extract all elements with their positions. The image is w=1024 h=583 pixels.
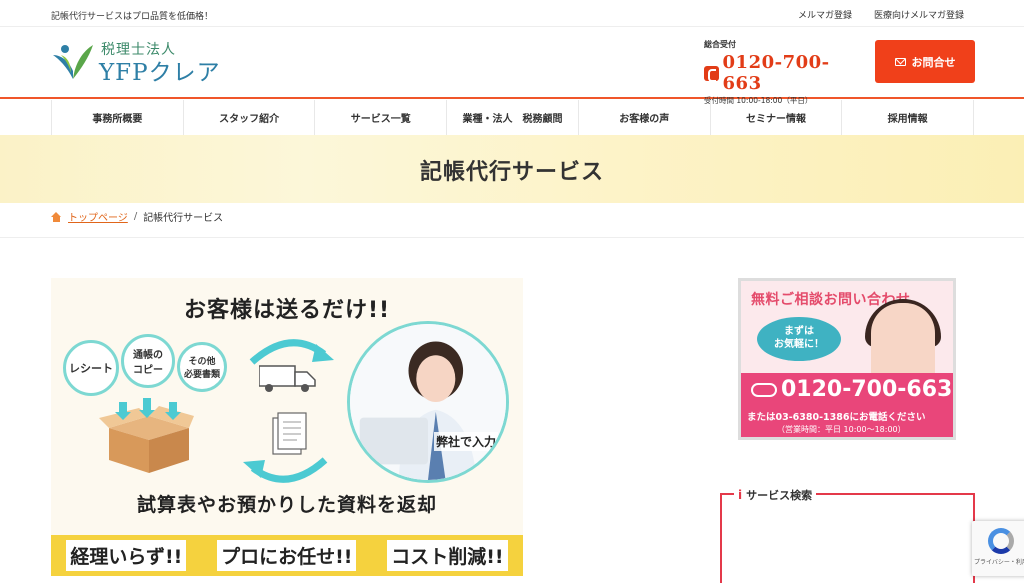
nav-item-testimonials[interactable]: お客様の声 <box>579 100 711 135</box>
staff-photo: 弊社で入力 <box>347 321 509 483</box>
benefit-pro: プロにお任せ!! <box>217 540 357 571</box>
nav-item-seminars[interactable]: セミナー情報 <box>711 100 843 135</box>
contact-button[interactable]: お問合せ <box>875 40 975 83</box>
free-consultation-banner[interactable]: 無料ご相談お問い合わせ まずは お気軽に！ 0120-700-663 または03… <box>738 278 956 440</box>
info-icon: i <box>738 488 743 502</box>
top-bar: 記帳代行サービスはプロ品質を低価格！ メルマガ登録 医療向けメルマガ登録 <box>0 0 1024 27</box>
site-tagline: 記帳代行サービスはプロ品質を低価格！ <box>51 12 214 22</box>
illustration-title: お客様は送るだけ!! <box>183 298 391 323</box>
search-widget-title: i サービス検索 <box>734 487 817 503</box>
search-title-text: サービス検索 <box>746 489 813 502</box>
logo-title: YFPクレア <box>99 60 221 86</box>
site-header: 税理士法人 YFPクレア 総合受付 0120-700-663 受付時間 10:0… <box>0 27 1024 105</box>
other-docs-bubble: その他 必要書類 <box>177 342 227 392</box>
medical-newsletter-link[interactable]: 医療向けメルマガ登録 <box>874 8 964 21</box>
nav-item-staff[interactable]: スタッフ紹介 <box>184 100 316 135</box>
phone-label: 総合受付 <box>704 40 736 49</box>
recaptcha-badge[interactable]: プライバシー・利用規約 <box>972 521 1024 576</box>
contact-button-label: お問合せ <box>911 55 956 69</box>
service-search-widget: i サービス検索 <box>720 487 975 583</box>
phone-number[interactable]: 0120-700-663 <box>723 52 864 94</box>
page-title: 記帳代行サービス <box>419 160 604 185</box>
banner-bubble: まずは お気軽に！ <box>757 317 841 361</box>
banner-phone-number: 0120-700-663 <box>781 377 953 402</box>
home-icon <box>51 211 62 222</box>
send-arrow-icon <box>249 339 334 365</box>
banner-phone-row: 0120-700-663 <box>751 377 952 402</box>
passbook-bubble-label: 通帳の コピー <box>133 350 163 376</box>
site-logo[interactable]: 税理士法人 YFPクレア <box>51 39 251 86</box>
benefit-no-accounting: 経理いらず!! <box>66 540 187 571</box>
newsletter-link[interactable]: メルマガ登録 <box>798 8 852 21</box>
breadcrumb: トップページ / 記帳代行サービス <box>51 209 223 224</box>
nav-item-industry[interactable]: 業種・法人 税務顧問 <box>447 100 579 135</box>
main-navigation: 事務所概要 スタッフ紹介 サービス一覧 業種・法人 税務顧問 お客様の声 セミナ… <box>51 100 975 135</box>
phone-icon <box>704 65 719 82</box>
phone-number-row[interactable]: 0120-700-663 <box>704 52 864 94</box>
passbook-bubble: 通帳の コピー <box>121 334 175 388</box>
truck-icon <box>259 365 316 392</box>
breadcrumb-separator: / <box>133 211 138 222</box>
breadcrumb-current: 記帳代行サービス <box>143 213 224 224</box>
receipt-bubble-label: レシート <box>69 362 113 375</box>
top-links: メルマガ登録 医療向けメルマガ登録 <box>798 8 964 21</box>
free-dial-icon <box>751 382 777 397</box>
phone-contact: 総合受付 0120-700-663 受付時間 10:00-18:00（平日） <box>704 39 864 106</box>
banner-alt-phone: または03-6380-1386にお電話ください <box>747 412 926 423</box>
cardboard-box-icon <box>99 398 194 473</box>
banner-phone-band: 0120-700-663 または03-6380-1386にお電話ください （営業… <box>741 373 953 437</box>
section-divider <box>0 237 1024 238</box>
nav-item-office[interactable]: 事務所概要 <box>52 100 184 135</box>
recaptcha-icon <box>988 528 1014 554</box>
mail-icon <box>894 57 906 66</box>
benefit-cost: コスト削減!! <box>387 540 508 571</box>
benefits-band: 経理いらず!! プロにお任せ!! コスト削減!! <box>51 535 523 576</box>
recaptcha-text[interactable]: プライバシー・利用規約 <box>974 557 1024 566</box>
leaf-logo-icon <box>53 45 93 79</box>
page-hero: 記帳代行サービス <box>0 135 1024 203</box>
documents-icon <box>272 412 307 455</box>
staff-person-icon <box>350 324 506 480</box>
banner-hours: （営業時間：平日 10:00〜18:00） <box>777 425 906 434</box>
breadcrumb-home-link[interactable]: トップページ <box>68 209 128 224</box>
service-illustration: お客様は送るだけ!! レシート 通帳の コピー その他 必要書類 弊社で入力 試… <box>51 278 523 576</box>
person-caption: 弊社で入力 <box>434 432 499 451</box>
operator-photo <box>871 303 935 375</box>
illustration-subtitle: 試算表やお預かりした資料を返却 <box>136 494 437 516</box>
return-arrow-icon <box>243 457 328 483</box>
receipt-bubble: レシート <box>63 340 119 396</box>
banner-bubble-text: まずは お気軽に！ <box>774 326 824 350</box>
nav-item-recruit[interactable]: 採用情報 <box>842 100 975 135</box>
other-docs-bubble-label: その他 必要書類 <box>183 357 220 380</box>
nav-item-services[interactable]: サービス一覧 <box>315 100 448 135</box>
